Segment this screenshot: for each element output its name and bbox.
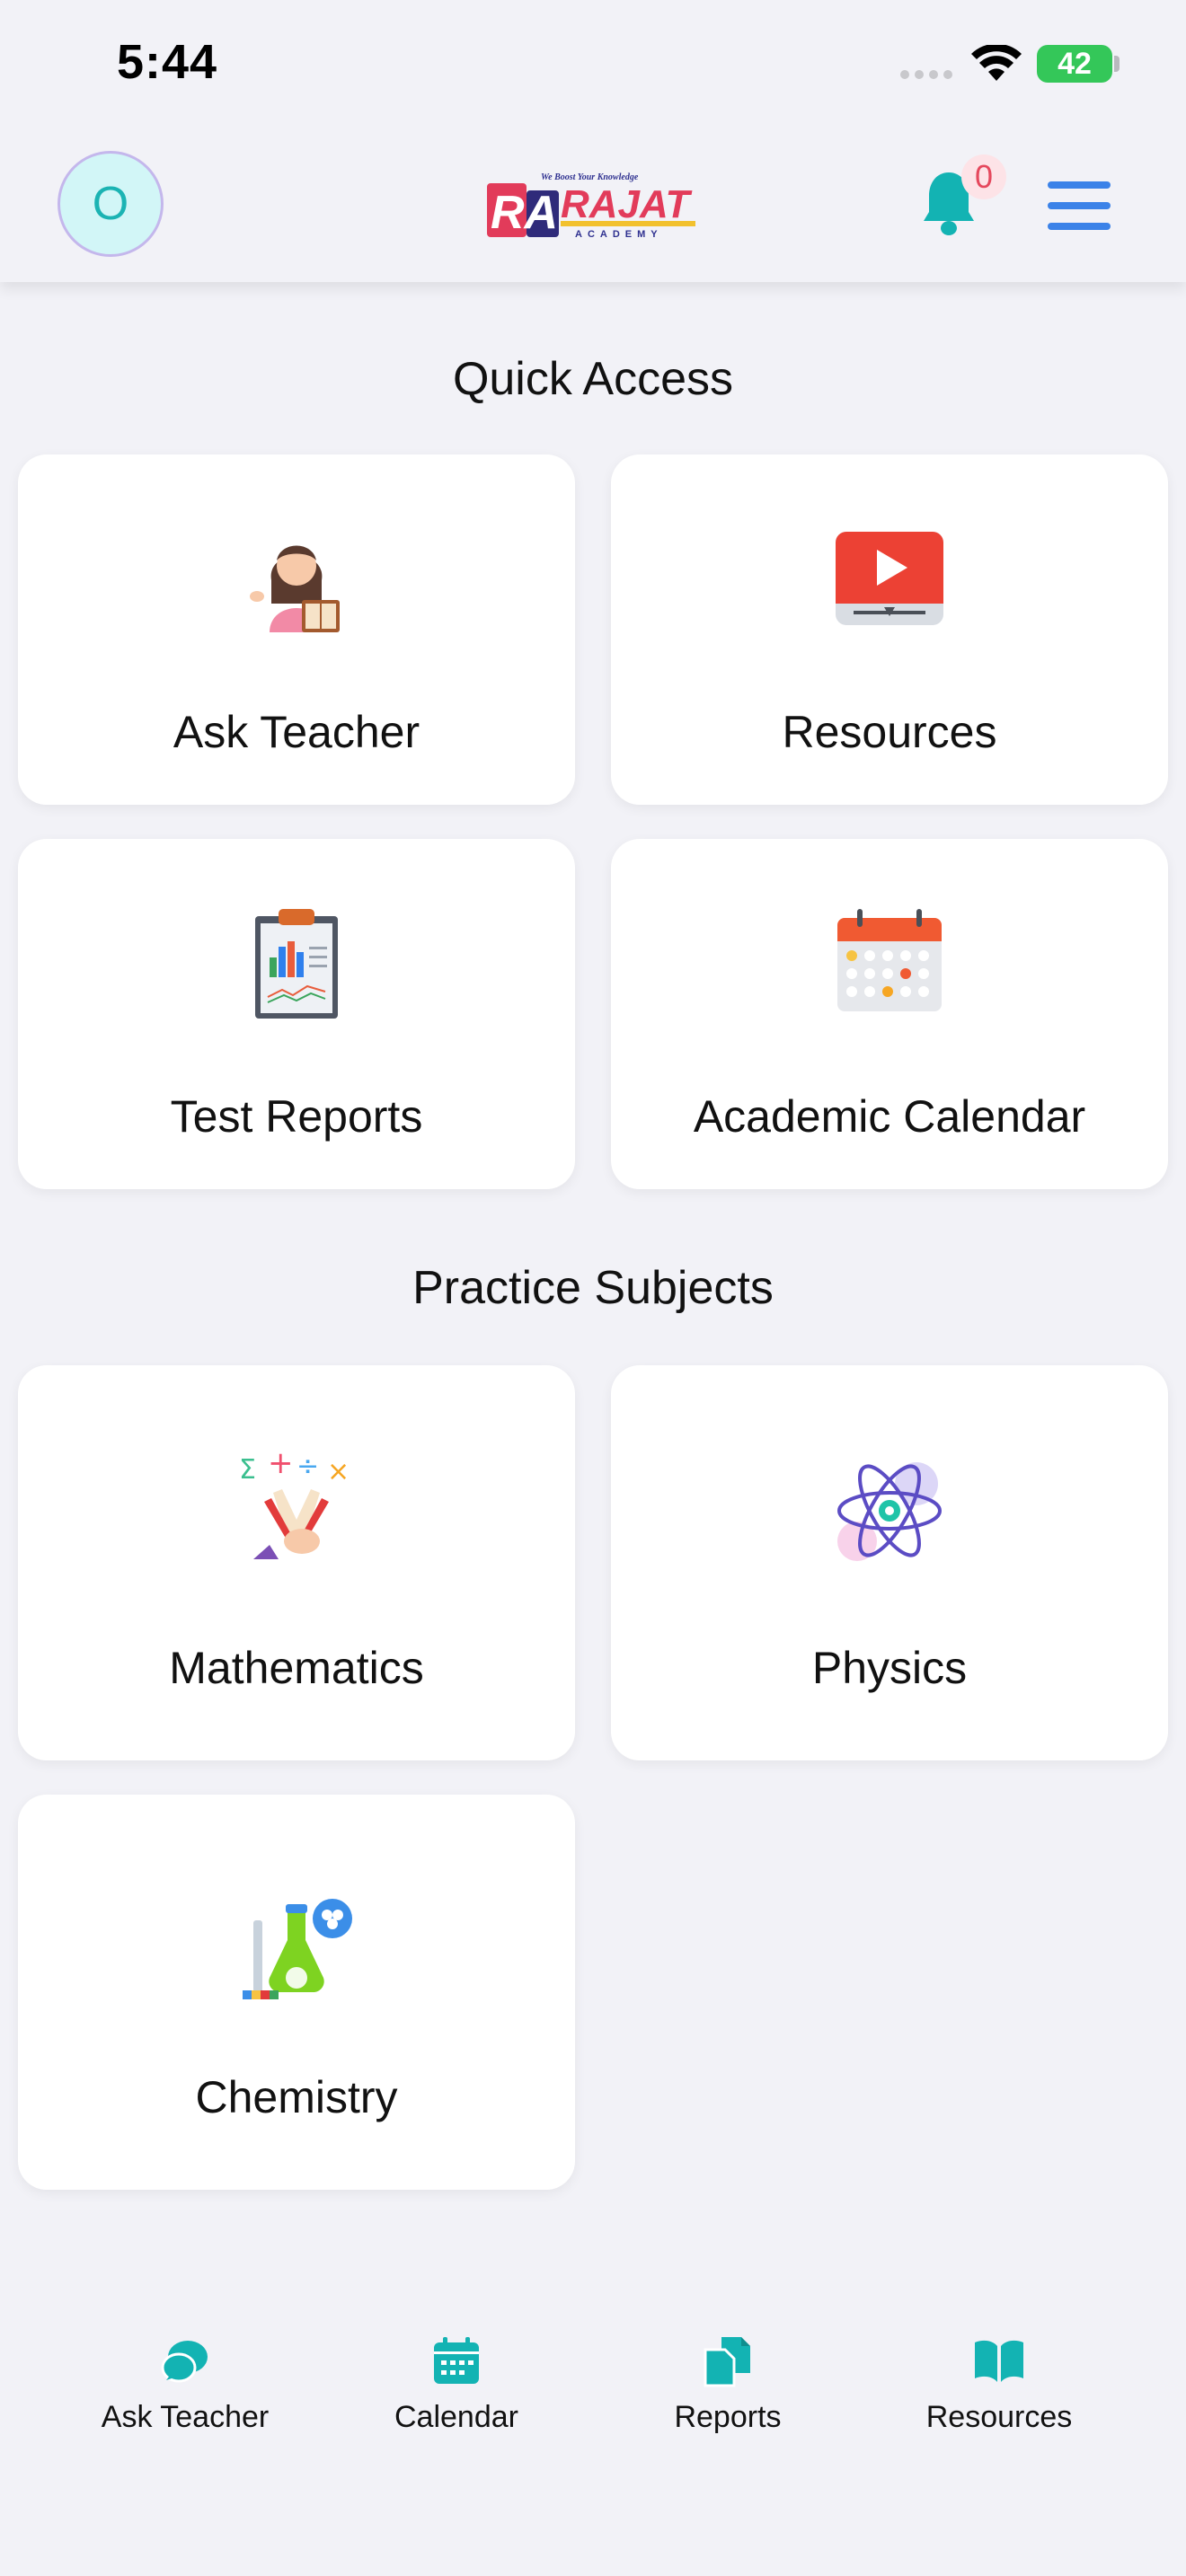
logo-sub: ACADEMY <box>575 229 663 240</box>
logo-ra: RA <box>491 187 558 239</box>
hamburger-menu-icon[interactable] <box>1048 181 1111 230</box>
avatar-initial: O <box>92 178 129 230</box>
svg-text:÷: ÷ <box>296 1451 319 1482</box>
avatar[interactable]: O <box>58 151 164 257</box>
nav-ask-teacher-label: Ask Teacher <box>101 2400 270 2434</box>
practice-subjects-title: Practice Subjects <box>412 1262 774 1314</box>
svg-text:+: + <box>268 1448 294 1481</box>
svg-text:×: × <box>327 1456 350 1487</box>
mathematics-label: Mathematics <box>169 1643 424 1693</box>
ask-teacher-label: Ask Teacher <box>173 707 420 757</box>
academic-calendar-label: Academic Calendar <box>693 1091 1086 1142</box>
chemistry-card[interactable]: Chemistry <box>18 1795 575 2190</box>
clipboard-chart-icon <box>255 909 338 1019</box>
test-reports-label: Test Reports <box>170 1091 423 1142</box>
book-icon <box>975 2340 1023 2382</box>
video-play-icon <box>836 532 943 625</box>
teacher-icon <box>250 545 340 632</box>
notification-count-badge: 0 <box>961 154 1006 199</box>
battery-level: 42 <box>1058 47 1092 81</box>
logo-tagline: We Boost Your Knowledge <box>541 172 639 182</box>
nav-reports-label: Reports <box>674 2400 782 2434</box>
nav-ask-teacher[interactable]: Ask Teacher <box>77 2335 293 2435</box>
nav-resources-label: Resources <box>925 2400 1073 2434</box>
status-time: 5:44 <box>117 35 218 89</box>
cellular-signal-icon <box>900 70 952 79</box>
logo-name: RAJAT <box>561 182 693 226</box>
battery-tip <box>1114 56 1120 72</box>
physics-label: Physics <box>811 1643 968 1693</box>
rajat-academy-logo[interactable]: We Boost Your Knowledge RA RAJAT ACADEMY <box>485 169 701 243</box>
nav-resources[interactable]: Resources <box>891 2335 1107 2435</box>
physics-card[interactable]: Physics <box>611 1365 1168 1760</box>
test-reports-card[interactable]: Test Reports <box>18 839 575 1189</box>
wifi-icon <box>971 45 1022 81</box>
flask-icon <box>243 1899 352 1999</box>
svg-text:Σ: Σ <box>239 1454 256 1486</box>
ask-teacher-card[interactable]: Ask Teacher <box>18 454 575 805</box>
documents-icon <box>704 2337 750 2387</box>
calendar-icon <box>434 2337 479 2384</box>
chat-icon <box>161 2341 208 2383</box>
nav-calendar-label: Calendar <box>394 2400 518 2434</box>
chemistry-label: Chemistry <box>195 2072 398 2122</box>
resources-label: Resources <box>782 707 997 757</box>
mathematics-card[interactable]: Σ + ÷ × Mathematics <box>18 1365 575 1760</box>
quick-access-title: Quick Access <box>452 353 734 405</box>
nav-calendar[interactable]: Calendar <box>349 2335 564 2435</box>
calendar-icon <box>837 909 942 1011</box>
resources-card[interactable]: Resources <box>611 454 1168 805</box>
nav-reports[interactable]: Reports <box>620 2335 836 2435</box>
math-icon: Σ + ÷ × <box>239 1448 350 1559</box>
atom-icon <box>837 1462 942 1561</box>
academic-calendar-card[interactable]: Academic Calendar <box>611 839 1168 1189</box>
